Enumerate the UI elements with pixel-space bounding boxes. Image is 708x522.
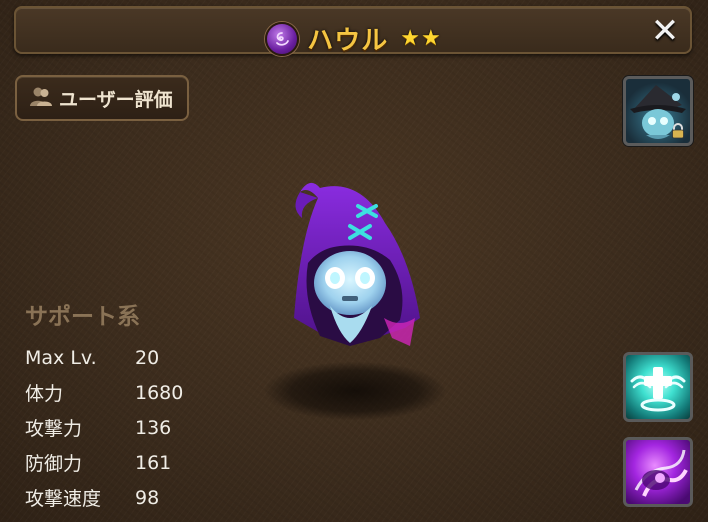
title-bar: ハウル ★ ★ ✕: [14, 6, 692, 56]
stat-value: 136: [135, 416, 172, 439]
monster-type-label: サポート系: [25, 304, 140, 330]
stat-row-speed: 攻撃速度 98: [25, 480, 183, 515]
stat-row-max-level: Max Lv. 20: [25, 340, 183, 375]
stat-label: 防御力: [25, 453, 83, 475]
stat-label: 攻撃速度: [25, 488, 102, 510]
user-review-button[interactable]: ユーザー評価: [15, 75, 189, 121]
skin-button[interactable]: [623, 76, 693, 146]
dark-attack-skill-icon: [634, 449, 688, 497]
close-button[interactable]: ✕: [648, 11, 682, 51]
skill-button-dark-attack[interactable]: [623, 437, 693, 507]
users-icon: [29, 85, 53, 111]
stat-row-hp: 体力 1680: [25, 375, 183, 410]
close-icon: ✕: [650, 11, 680, 51]
stat-label: 体力: [25, 383, 64, 405]
user-review-label: ユーザー評価: [59, 88, 173, 111]
monster-shadow: [265, 362, 445, 420]
stat-label: Max Lv.: [25, 346, 97, 369]
stat-row-defense: 防御力 161: [25, 445, 183, 480]
dark-element-icon: [265, 21, 300, 56]
stat-value: 1680: [135, 381, 184, 404]
stat-value: 161: [135, 451, 172, 474]
star-rating: ★ ★: [400, 26, 440, 51]
stat-row-attack: 攻撃力 136: [25, 410, 183, 445]
stats-table: Max Lv. 20 体力 1680 攻撃力 136 防御力 161 攻撃速度 …: [25, 340, 183, 515]
star-icon: ★: [400, 26, 420, 51]
skill-button-heal[interactable]: [623, 352, 693, 422]
stat-value: 98: [135, 486, 160, 509]
howl-ghost-monster: [294, 182, 420, 346]
stat-value: 20: [135, 346, 160, 369]
monster-name: ハウル: [307, 26, 389, 56]
lock-icon: [672, 123, 684, 139]
heal-skill-icon: [630, 367, 686, 412]
star-icon: ★: [421, 26, 441, 51]
stat-label: 攻撃力: [25, 418, 83, 440]
